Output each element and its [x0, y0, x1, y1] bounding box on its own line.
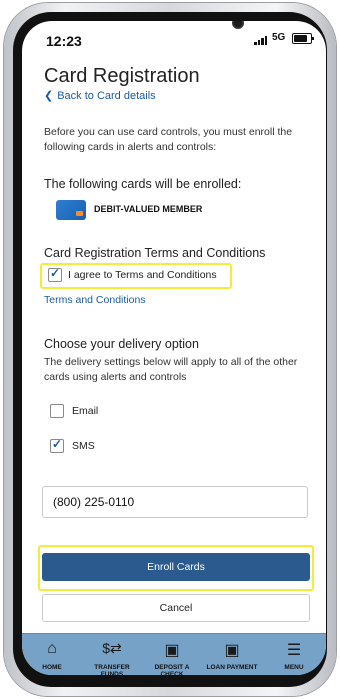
status-time: 12:23: [46, 33, 82, 49]
camera-icon: ▣: [164, 642, 180, 659]
chevron-left-icon: ❮: [44, 90, 54, 102]
battery-icon: [292, 33, 314, 44]
agree-label: I agree to Terms and Conditions: [68, 269, 217, 281]
camera-icon: ▣: [224, 642, 240, 659]
email-checkbox[interactable]: [50, 404, 64, 418]
enroll-heading: The following cards will be enrolled:: [44, 177, 242, 191]
tab-transfer-funds[interactable]: $⇄ TRANSFER FUNDS: [84, 634, 140, 675]
card-name: DEBIT-VALUED MEMBER: [94, 204, 203, 214]
tab-transfer-label: TRANSFER FUNDS: [94, 664, 130, 675]
terms-heading: Card Registration Terms and Conditions: [44, 246, 266, 260]
tab-home[interactable]: ⌂ HOME: [24, 634, 80, 675]
status-bar: 12:23 5G: [22, 21, 326, 61]
transfer-icon: $⇄: [102, 640, 122, 656]
home-icon: ⌂: [47, 640, 57, 657]
credit-card-icon: [56, 200, 86, 220]
back-link[interactable]: ❮ Back to Card details: [44, 89, 156, 102]
sms-label: SMS: [72, 440, 95, 452]
terms-link[interactable]: Terms and Conditions: [44, 294, 146, 306]
enroll-cards-button[interactable]: Enroll Cards: [42, 553, 310, 581]
tab-deposit-check[interactable]: ▣ DEPOSIT A CHECK: [144, 634, 200, 675]
tab-menu-label: MENU: [284, 664, 304, 671]
tab-loan-label: LOAN PAYMENT: [206, 664, 258, 671]
network-label: 5G: [272, 32, 286, 43]
delivery-heading: Choose your delivery option: [44, 337, 199, 351]
tab-menu[interactable]: ☰ MENU: [266, 634, 322, 675]
screen: 12:23 5G Card Registration ❮ Back to Card…: [22, 21, 326, 675]
sms-checkbox[interactable]: [50, 437, 64, 453]
tab-home-label: HOME: [42, 664, 62, 671]
front-camera-icon: [232, 21, 244, 29]
bottom-tab-bar: ⌂ HOME $⇄ TRANSFER FUNDS ▣ DEPOSIT A CHE…: [22, 633, 326, 675]
phone-number-input[interactable]: [42, 486, 308, 518]
email-label: Email: [72, 405, 99, 417]
phone-frame: 12:23 5G Card Registration ❮ Back to Card…: [4, 3, 336, 696]
agree-checkbox[interactable]: [48, 266, 62, 282]
delivery-description: The delivery settings below will apply t…: [44, 356, 298, 383]
tab-deposit-label: DEPOSIT A CHECK: [154, 664, 190, 675]
cancel-button[interactable]: Cancel: [42, 594, 310, 622]
back-link-label: Back to Card details: [57, 90, 156, 102]
tab-loan-payment[interactable]: ▣ LOAN PAYMENT: [204, 634, 260, 675]
intro-text: Before you can use card controls, you mu…: [44, 126, 293, 153]
menu-icon: ☰: [286, 642, 302, 659]
page-title: Card Registration: [44, 65, 200, 87]
